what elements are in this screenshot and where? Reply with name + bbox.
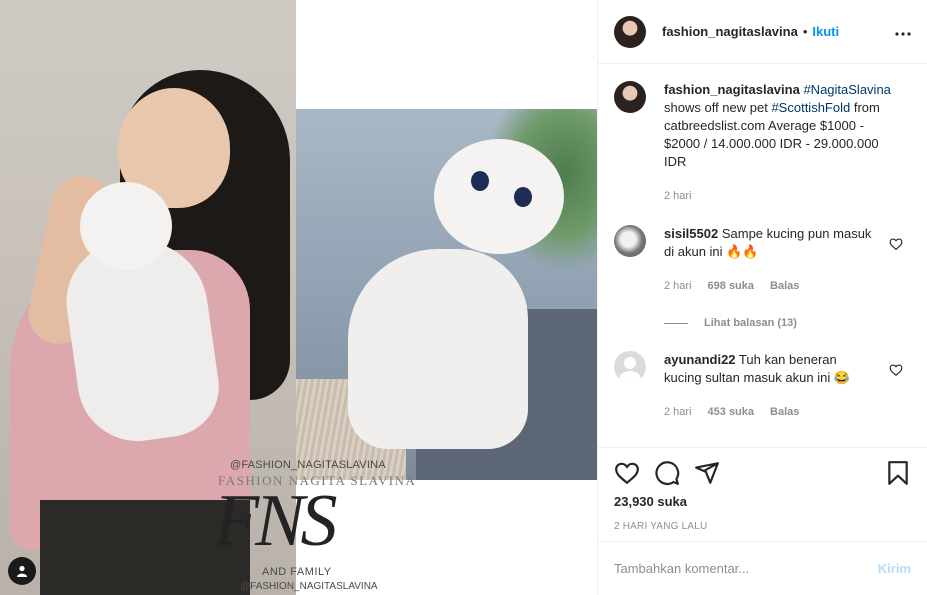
follow-button[interactable]: Ikuti [812, 24, 839, 39]
avatar[interactable] [614, 225, 646, 257]
caption-meta: 2 hari [664, 187, 902, 205]
header-username[interactable]: fashion_nagitaslavina [662, 24, 798, 39]
add-comment-bar: Tambahkan komentar... Kirim [598, 541, 927, 595]
comment-likes[interactable]: 698 suka [708, 277, 754, 295]
avatar[interactable] [614, 351, 646, 383]
comment-username[interactable]: sisil5502 [664, 226, 718, 241]
user-icon [17, 565, 27, 577]
post-media[interactable]: @FASHION_NAGITASLAVINA FASHION NAGITA SL… [0, 0, 597, 595]
photo-cat-eye [471, 171, 489, 191]
caption-body: shows off new pet [664, 100, 768, 115]
tagged-users-button[interactable] [8, 557, 36, 585]
heart-icon[interactable] [889, 363, 903, 377]
likes-count[interactable]: 23,930 suka [614, 494, 911, 509]
photo-cat-body [348, 249, 528, 449]
post-actions: 23,930 suka 2 HARI YANG LALU [598, 447, 927, 532]
caption-username[interactable]: fashion_nagitaslavina [664, 82, 800, 97]
heart-icon[interactable] [889, 237, 903, 251]
caption-time[interactable]: 2 hari [664, 187, 692, 205]
watermark-family: AND FAMILY [262, 566, 332, 578]
comment-icon[interactable] [654, 460, 680, 486]
comment-meta: 2 hari 698 suka Balas [664, 277, 874, 295]
post-timestamp[interactable]: 2 HARI YANG LALU [614, 521, 911, 532]
heart-icon[interactable] [614, 460, 640, 486]
hashtag-link[interactable]: #NagitaSlavina [803, 82, 890, 97]
post-header: fashion_nagitaslavina • Ikuti [598, 0, 927, 64]
divider [664, 322, 688, 324]
header-separator: • [802, 24, 808, 39]
comment-text: sisil5502 Sampe kucing pun masuk di akun… [664, 225, 874, 261]
comment: ayunandi22 Tuh kan beneran kucing sultan… [614, 351, 911, 421]
post-comment-button[interactable]: Kirim [878, 561, 911, 576]
photo-cat-head [434, 139, 564, 254]
watermark-handle-bottom: @FASHION_NAGITASLAVINA [240, 581, 378, 592]
comment-time[interactable]: 2 hari [664, 403, 692, 421]
photo-cat-eye [514, 187, 532, 207]
comment-text: ayunandi22 Tuh kan beneran kucing sultan… [664, 351, 874, 387]
reply-button[interactable]: Balas [770, 403, 799, 421]
more-horizontal-icon [895, 31, 911, 36]
comment-time[interactable]: 2 hari [664, 277, 692, 295]
view-replies-label: Lihat balasan (13) [704, 317, 797, 329]
caption: fashion_nagitaslavina #NagitaSlavina sho… [614, 81, 911, 205]
bookmark-icon[interactable] [885, 460, 911, 486]
hashtag-link[interactable]: #ScottishFold [771, 100, 850, 115]
photo-scottish-fold-cat [296, 109, 597, 480]
comment-meta: 2 hari 453 suka Balas [664, 403, 874, 421]
reply-button[interactable]: Balas [770, 277, 799, 295]
comment-username[interactable]: ayunandi22 [664, 352, 736, 367]
avatar[interactable] [614, 15, 646, 48]
caption-text: fashion_nagitaslavina #NagitaSlavina sho… [664, 81, 902, 171]
view-replies-button[interactable]: Lihat balasan (13) [664, 317, 911, 329]
watermark-logo: FNS [214, 480, 338, 562]
more-options-button[interactable] [895, 23, 911, 41]
action-icons-row [614, 460, 911, 486]
comment-input[interactable]: Tambahkan komentar... [614, 561, 749, 576]
comment: sisil5502 Sampe kucing pun masuk di akun… [614, 225, 911, 295]
avatar[interactable] [614, 81, 646, 113]
share-icon[interactable] [694, 460, 720, 486]
comment-likes[interactable]: 453 suka [708, 403, 754, 421]
post-side-panel: fashion_nagitaslavina • Ikuti fashion_na… [597, 0, 927, 595]
photo-cat-head [80, 182, 172, 270]
watermark-handle-top: @FASHION_NAGITASLAVINA [230, 459, 386, 471]
comments-list[interactable]: fashion_nagitaslavina #NagitaSlavina sho… [598, 65, 927, 447]
